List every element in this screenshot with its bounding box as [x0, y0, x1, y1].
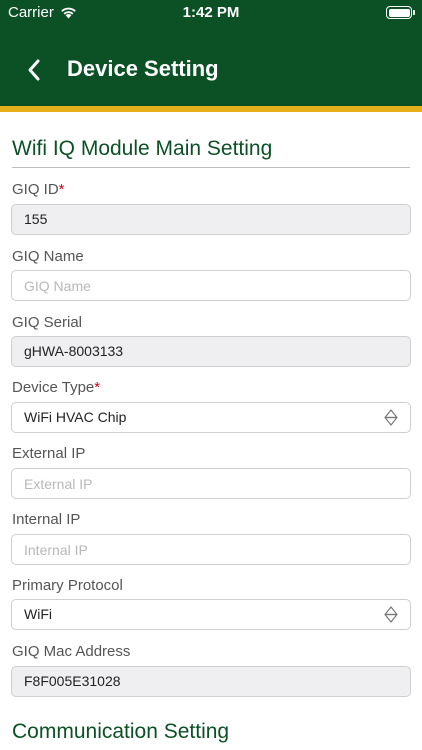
giq-id-label: GIQ ID* [12, 181, 65, 198]
header-accent-stripe [0, 106, 422, 112]
section-divider [12, 167, 410, 168]
required-mark: * [58, 181, 65, 198]
page-title: Device Setting [67, 56, 219, 81]
giq-id-label-text: GIQ ID [12, 181, 59, 198]
external-ip-label: External IP [12, 445, 86, 462]
giq-serial-field[interactable]: gHWA-8003133 [11, 336, 411, 367]
primary-protocol-value: WiFi [24, 606, 52, 622]
select-updown-icon [384, 606, 398, 623]
primary-protocol-label: Primary Protocol [12, 577, 123, 594]
status-time: 1:42 PM [182, 4, 240, 21]
device-type-label-text: Device Type [12, 379, 95, 396]
giq-id-value: 155 [24, 211, 48, 227]
internal-ip-input[interactable] [11, 534, 411, 565]
giq-id-field[interactable]: 155 [11, 204, 411, 235]
device-type-label: Device Type* [12, 379, 100, 396]
section-title-communication: Communication Setting [12, 720, 230, 743]
back-button[interactable] [18, 54, 50, 86]
chevron-left-icon [28, 59, 40, 81]
giq-name-label: GIQ Name [12, 248, 84, 265]
section-title-main: Wifi IQ Module Main Setting [12, 137, 273, 160]
device-type-select[interactable]: WiFi HVAC Chip [11, 402, 411, 433]
giq-name-input[interactable] [11, 270, 411, 301]
device-type-value: WiFi HVAC Chip [24, 409, 127, 425]
battery-icon [386, 6, 415, 19]
primary-protocol-select[interactable]: WiFi [11, 599, 411, 630]
giq-mac-value: F8F005E31028 [24, 673, 121, 689]
giq-serial-value: gHWA-8003133 [24, 343, 124, 359]
giq-mac-label: GIQ Mac Address [12, 643, 131, 660]
giq-serial-label: GIQ Serial [12, 314, 83, 331]
giq-mac-field[interactable]: F8F005E31028 [11, 666, 411, 697]
status-bar: Carrier 1:42 PM [0, 0, 422, 26]
nav-header: Carrier 1:42 PM Device Setting [0, 0, 422, 106]
select-updown-icon [384, 409, 398, 426]
external-ip-input[interactable] [11, 468, 411, 499]
required-mark: * [94, 379, 101, 396]
internal-ip-label: Internal IP [12, 511, 81, 528]
